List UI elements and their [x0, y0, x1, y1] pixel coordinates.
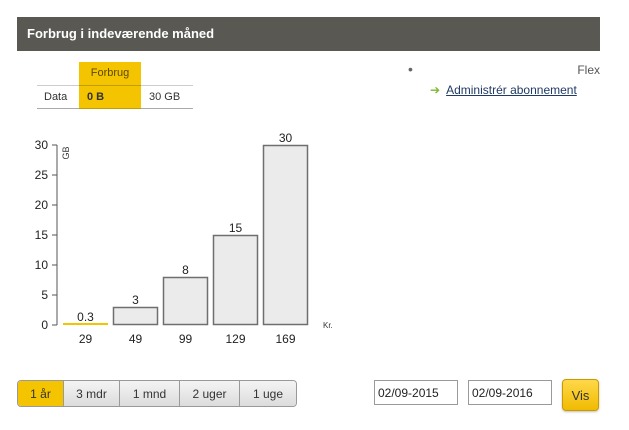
y-tick-label: 30	[35, 138, 49, 152]
bullet-icon: •	[408, 61, 413, 77]
usage-table-blank	[141, 62, 193, 85]
section-header: Forbrug i indeværende måned	[17, 17, 600, 51]
usage-table: Forbrug Data 0 B 30 GB	[37, 62, 193, 109]
range-button[interactable]: 1 år	[18, 381, 64, 406]
arrow-right-icon: ➔	[430, 83, 441, 97]
usage-row-label: Data	[37, 84, 79, 109]
data-label: 0.3	[77, 310, 94, 324]
plan-name: Flex	[577, 63, 600, 77]
x-tick-label: 99	[179, 332, 193, 346]
data-label: 3	[132, 293, 139, 307]
data-label: 8	[182, 263, 189, 277]
to-date-input[interactable]	[468, 380, 552, 405]
data-bar	[262, 144, 309, 326]
range-button[interactable]: 2 uger	[180, 381, 240, 406]
section-title: Forbrug i indeværende måned	[27, 26, 215, 41]
data-label: 30	[279, 131, 293, 145]
range-button[interactable]: 1 mnd	[120, 381, 180, 406]
range-button[interactable]: 3 mdr	[64, 381, 120, 406]
show-button[interactable]: Vis	[562, 379, 599, 411]
usage-limit-value: 30 GB	[141, 84, 193, 109]
y-tick-label: 0	[41, 318, 48, 332]
usage-table-row: Data 0 B 30 GB	[37, 84, 193, 109]
data-bar	[112, 306, 159, 326]
usage-column-header: Forbrug	[79, 62, 141, 86]
y-tick-label: 15	[35, 228, 49, 242]
range-button-group: 1 år 3 mdr 1 mnd 2 uger 1 uge	[17, 380, 297, 407]
y-axis-label: GB	[61, 146, 71, 159]
y-tick-label: 5	[41, 288, 48, 302]
manage-subscription-label: Administrér abonnement	[446, 83, 577, 97]
x-axis-label: Kr.	[323, 321, 333, 330]
y-tick-label: 20	[35, 198, 49, 212]
usage-table-header-row: Forbrug	[37, 62, 193, 86]
usage-bar-chart: 0 5 10 15 20 25 30 GB 0.3 29 3 49 8 99 15 129 30 169 Kr.	[35, 131, 333, 346]
x-tick-label: 49	[129, 332, 143, 346]
y-tick-label: 10	[35, 258, 49, 272]
from-date-input[interactable]	[374, 380, 458, 405]
plan-row: • Flex	[408, 61, 600, 77]
usage-used-value: 0 B	[79, 85, 141, 109]
y-tick-label: 25	[35, 168, 49, 182]
x-tick-label: 169	[275, 332, 295, 346]
usage-table-corner	[37, 62, 79, 85]
x-tick-label: 29	[79, 332, 93, 346]
data-bar	[212, 234, 259, 326]
manage-subscription-link[interactable]: ➔ Administrér abonnement	[430, 83, 577, 97]
data-bar	[162, 276, 209, 326]
range-button[interactable]: 1 uge	[240, 381, 296, 406]
x-tick-label: 129	[225, 332, 245, 346]
data-label: 15	[229, 221, 243, 235]
